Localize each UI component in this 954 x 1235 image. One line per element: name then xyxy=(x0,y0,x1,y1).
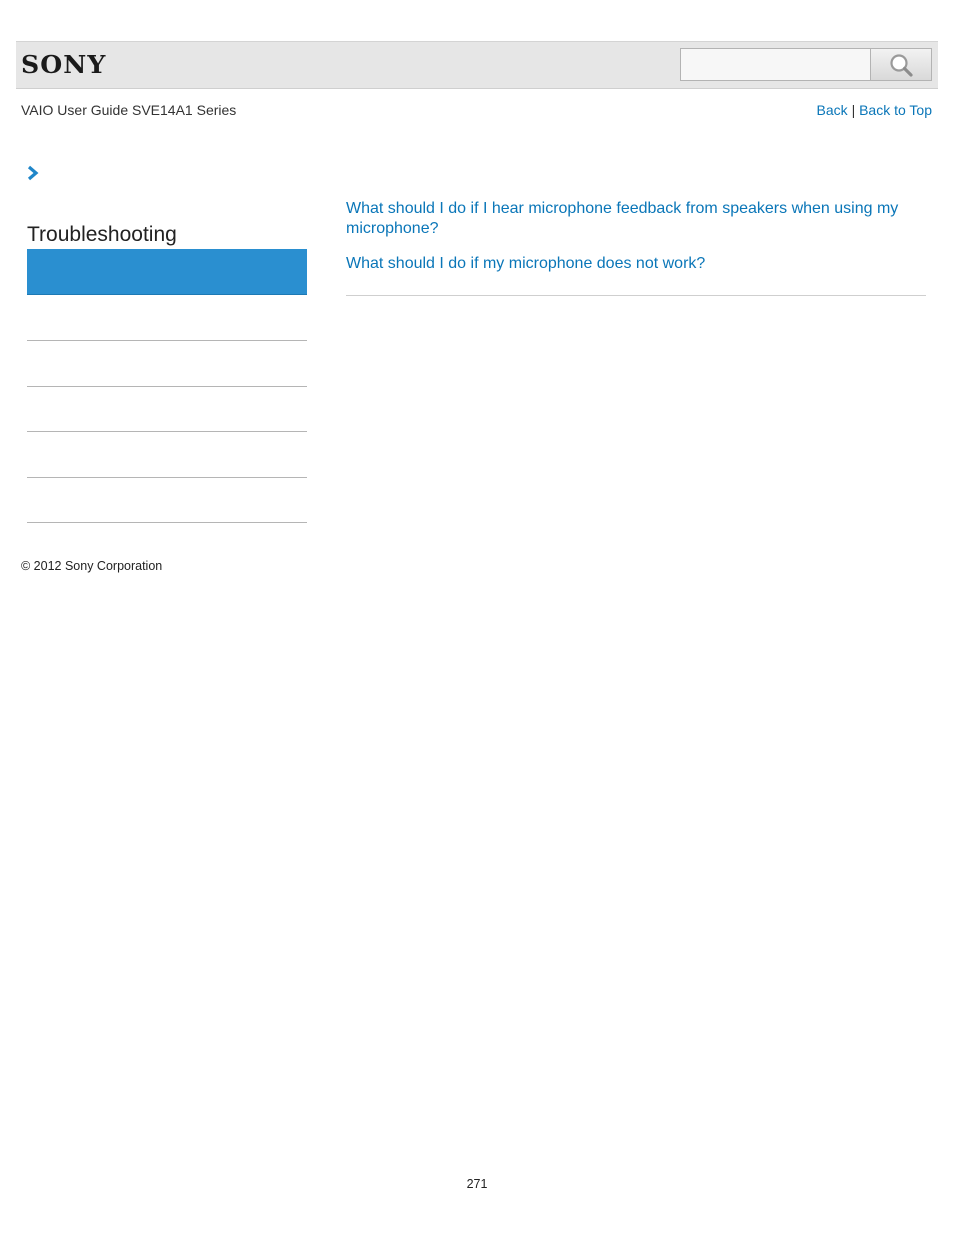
copyright: © 2012 Sony Corporation xyxy=(21,559,163,573)
chevron-right-icon[interactable] xyxy=(26,165,40,181)
topic-link-list: What should I do if I hear microphone fe… xyxy=(346,199,926,274)
page-number: 271 xyxy=(466,1177,488,1191)
sony-logo[interactable]: SONY xyxy=(21,53,106,77)
sidebar-title: Troubleshooting xyxy=(27,223,177,246)
back-link[interactable]: Back xyxy=(817,102,848,118)
sidebar-item[interactable] xyxy=(27,433,307,478)
nav-separator: | xyxy=(851,102,856,118)
sidebar-item[interactable] xyxy=(27,296,307,341)
search-button[interactable] xyxy=(871,48,932,81)
guide-title: VAIO User Guide SVE14A1 Series xyxy=(21,102,237,118)
magnifier-icon xyxy=(890,53,913,77)
topic-link-microphone-not-working[interactable]: What should I do if my microphone does n… xyxy=(346,254,926,274)
sidebar-item[interactable] xyxy=(27,342,307,387)
search-input[interactable] xyxy=(680,48,871,81)
sidebar-item[interactable] xyxy=(27,387,307,432)
top-navigation: Back | Back to Top xyxy=(817,102,932,118)
back-to-top-link[interactable]: Back to Top xyxy=(859,102,932,118)
sidebar-item-active[interactable] xyxy=(27,249,307,295)
topic-link-microphone-feedback[interactable]: What should I do if I hear microphone fe… xyxy=(346,199,926,239)
content-divider xyxy=(346,295,926,296)
sidebar-item[interactable] xyxy=(27,478,307,523)
